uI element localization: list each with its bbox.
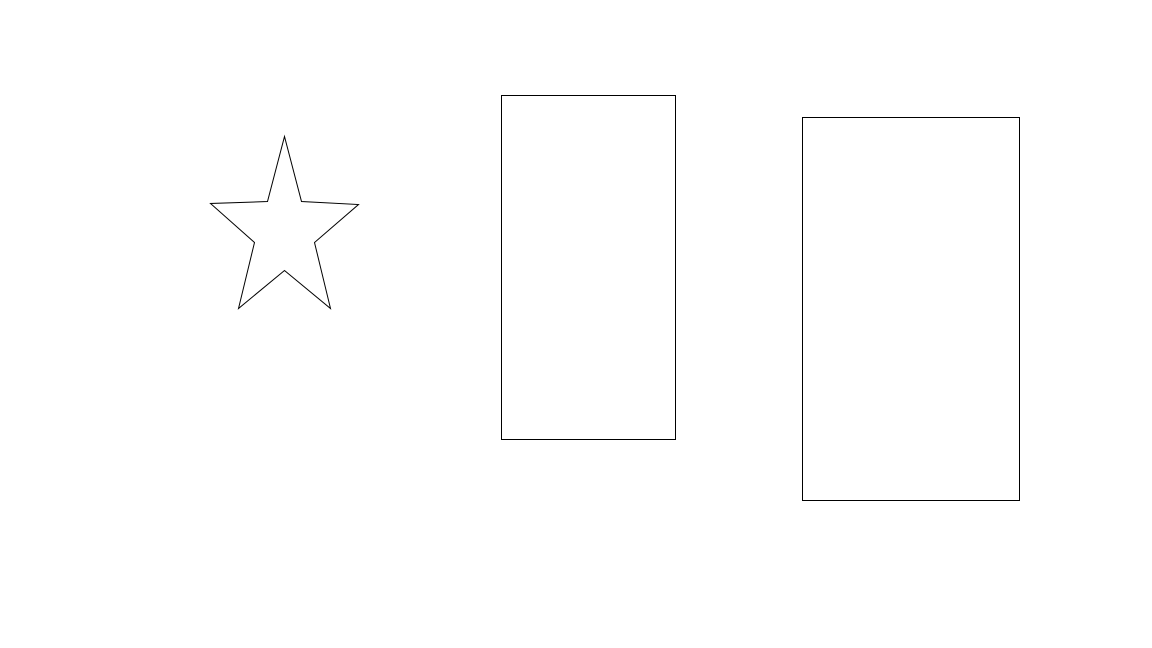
rectangle-shape-right <box>802 117 1020 501</box>
rectangle-shape-left <box>501 95 676 440</box>
drawing-canvas <box>209 95 1020 501</box>
star-shape <box>209 134 360 310</box>
